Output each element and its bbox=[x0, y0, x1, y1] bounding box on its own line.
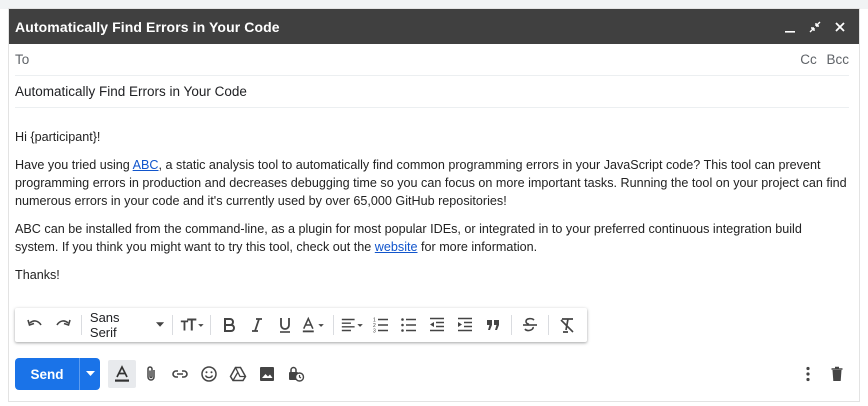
numbered-list-button[interactable]: 1 2 3 bbox=[369, 313, 393, 337]
drive-icon bbox=[229, 366, 247, 382]
formatting-toolbar: Sans Serif 1 2 3 bbox=[15, 308, 587, 342]
chevron-down-icon bbox=[155, 322, 164, 327]
redo-icon bbox=[56, 319, 71, 327]
toolbar-divider bbox=[332, 315, 334, 335]
subject-field[interactable]: Automatically Find Errors in Your Code bbox=[15, 76, 849, 108]
insert-photo-button[interactable] bbox=[253, 360, 281, 388]
undo-button[interactable] bbox=[23, 313, 47, 337]
p2-text-end: for more information. bbox=[417, 240, 538, 254]
cc-bcc-links: Cc Bcc bbox=[794, 52, 849, 67]
compose-window: Automatically Find Errors in Your Code T… bbox=[9, 9, 859, 401]
close-icon bbox=[835, 21, 845, 32]
image-icon bbox=[260, 367, 274, 381]
to-label: To bbox=[15, 52, 30, 67]
bold-button[interactable] bbox=[217, 313, 241, 337]
lock-clock-icon bbox=[289, 366, 305, 382]
underline-button[interactable] bbox=[273, 313, 297, 337]
insert-link-button[interactable] bbox=[166, 360, 194, 388]
confidential-mode-button[interactable] bbox=[282, 360, 310, 388]
toolbar-divider bbox=[210, 315, 212, 335]
italic-icon bbox=[252, 318, 263, 332]
remove-formatting-icon bbox=[560, 318, 574, 333]
underline-icon bbox=[280, 318, 291, 333]
bcc-link[interactable]: Bcc bbox=[826, 52, 849, 67]
redo-button[interactable] bbox=[51, 313, 75, 337]
quote-button[interactable] bbox=[481, 313, 505, 337]
send-options-button[interactable] bbox=[79, 358, 100, 390]
insert-emoji-button[interactable] bbox=[195, 360, 223, 388]
send-button-group: Send bbox=[15, 358, 100, 390]
bold-icon bbox=[224, 318, 236, 332]
strikethrough-icon bbox=[523, 317, 538, 332]
text-color-icon bbox=[302, 316, 324, 333]
italic-button[interactable] bbox=[245, 313, 269, 337]
attach-file-button[interactable] bbox=[137, 360, 165, 388]
minimize-button[interactable] bbox=[779, 16, 801, 38]
closing: Thanks! bbox=[15, 268, 60, 282]
toolbar-divider bbox=[548, 315, 549, 335]
trash-icon bbox=[831, 366, 843, 381]
message-body[interactable]: Hi {participant}! Have you tried using A… bbox=[9, 108, 859, 284]
window-title: Automatically Find Errors in Your Code bbox=[15, 18, 280, 35]
to-field[interactable]: To Cc Bcc bbox=[15, 44, 849, 76]
link-icon bbox=[172, 370, 188, 378]
quote-icon bbox=[487, 320, 500, 330]
indent-more-icon bbox=[458, 317, 473, 332]
font-family-value: Sans Serif bbox=[89, 310, 120, 340]
compose-actions: Send bbox=[15, 358, 851, 390]
indent-less-button[interactable] bbox=[425, 313, 449, 337]
paragraph-1: Have you tried using ABC, a static analy… bbox=[15, 156, 847, 210]
right-actions bbox=[793, 360, 851, 388]
insert-drive-file-button[interactable] bbox=[224, 360, 252, 388]
align-left-icon bbox=[341, 318, 363, 332]
numbered-list-icon: 1 2 3 bbox=[373, 318, 389, 335]
compose-titlebar[interactable]: Automatically Find Errors in Your Code bbox=[9, 9, 859, 44]
align-button[interactable] bbox=[340, 313, 366, 337]
more-vert-icon bbox=[806, 366, 810, 382]
font-size-button[interactable] bbox=[179, 313, 205, 337]
toolbar-divider bbox=[511, 315, 513, 335]
exit-fullscreen-button[interactable] bbox=[804, 16, 826, 38]
formatting-options-button[interactable] bbox=[108, 360, 136, 388]
more-options-button[interactable] bbox=[794, 360, 822, 388]
chevron-down-icon bbox=[85, 371, 95, 376]
emoji-icon bbox=[201, 366, 217, 382]
indent-more-button[interactable] bbox=[453, 313, 477, 337]
font-family-select[interactable]: Sans Serif bbox=[86, 310, 168, 340]
subject-text[interactable]: Automatically Find Errors in Your Code bbox=[15, 84, 247, 99]
undo-icon bbox=[27, 319, 42, 327]
strikethrough-button[interactable] bbox=[518, 313, 542, 337]
paperclip-icon bbox=[147, 366, 155, 381]
paragraph-2: ABC can be installed from the command-li… bbox=[15, 220, 847, 256]
indent-less-icon bbox=[430, 317, 445, 332]
text-color-button[interactable] bbox=[301, 313, 327, 337]
bulleted-list-button[interactable] bbox=[397, 313, 421, 337]
toolbar-divider bbox=[171, 315, 173, 335]
font-size-icon bbox=[180, 318, 204, 331]
website-link[interactable]: website bbox=[375, 240, 418, 254]
format-text-icon bbox=[115, 365, 129, 382]
greeting: Hi {participant}! bbox=[15, 130, 101, 144]
abc-link[interactable]: ABC bbox=[133, 158, 159, 172]
close-button[interactable] bbox=[829, 16, 851, 38]
cc-link[interactable]: Cc bbox=[800, 52, 817, 67]
send-button[interactable]: Send bbox=[15, 358, 79, 390]
bulleted-list-icon bbox=[401, 318, 417, 332]
minimize-icon bbox=[785, 30, 795, 33]
p1-text-start: Have you tried using bbox=[15, 158, 133, 172]
exit-fullscreen-icon bbox=[809, 21, 821, 32]
svg-text:3: 3 bbox=[373, 329, 376, 335]
toolbar-divider bbox=[81, 315, 82, 335]
remove-formatting-button[interactable] bbox=[555, 313, 579, 337]
discard-draft-button[interactable] bbox=[823, 360, 851, 388]
top-strip bbox=[0, 0, 868, 9]
